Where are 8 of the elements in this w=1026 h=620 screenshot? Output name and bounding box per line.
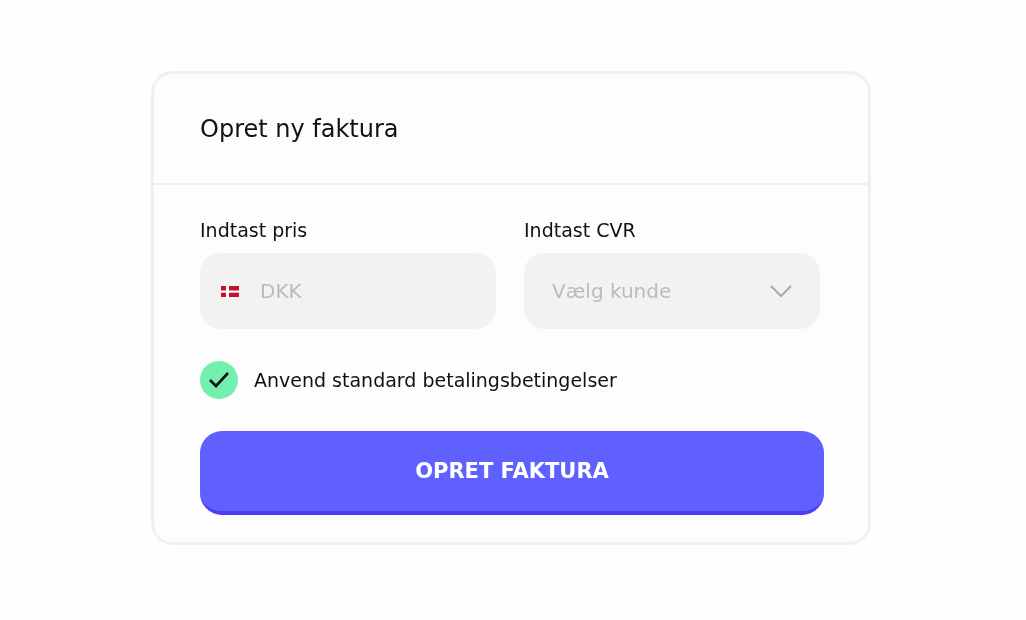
checkmark-icon — [208, 371, 230, 389]
create-invoice-button[interactable]: OPRET FAKTURA — [200, 431, 824, 515]
field-label: Indtast CVR — [524, 219, 637, 243]
card-title: Opret ny faktura — [200, 114, 399, 143]
chevron-down-icon — [769, 284, 793, 298]
checkbox[interactable] — [200, 361, 238, 399]
checkbox-label: Anvend standard betalingsbetingelser — [254, 369, 617, 391]
field-label: Indtast pris — [200, 219, 309, 243]
